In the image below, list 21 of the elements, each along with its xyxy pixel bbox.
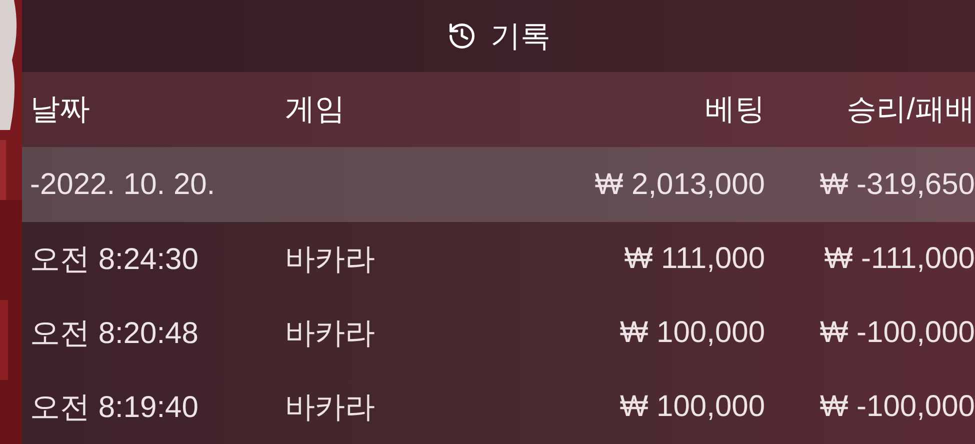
time-cell-text: 오전 8:24:30 — [30, 242, 198, 278]
bet-cell: ₩ 111,000 — [624, 242, 765, 276]
bet-total: ₩ 2,013,000 — [594, 168, 765, 202]
history-icon — [446, 21, 476, 51]
result-cell: ₩ -100,000 — [820, 316, 975, 350]
game-cell-text: 바카라 — [285, 242, 375, 278]
column-header: 날짜 — [30, 92, 90, 128]
bet-cell: ₩ 100,000 — [620, 316, 765, 350]
result-cell: ₩ -111,000 — [824, 242, 975, 276]
game-cell-text: 바카라 — [285, 390, 375, 426]
column-header: 게임 — [285, 92, 345, 128]
game-cell-text: 바카라 — [285, 316, 375, 352]
time-cell-text: 오전 8:19:40 — [30, 390, 198, 426]
column-header: 승리/패배 — [846, 92, 975, 128]
panel-title: 기록 — [490, 18, 550, 54]
bet-cell: ₩ 100,000 — [620, 390, 765, 424]
column-header: 베팅 — [705, 92, 765, 128]
time-cell-text: 오전 8:20:48 — [30, 316, 198, 352]
date-cell: -2022. 10. 20. — [30, 168, 216, 202]
result-total: ₩ -319,650 — [820, 168, 975, 202]
result-cell: ₩ -100,000 — [820, 390, 975, 424]
